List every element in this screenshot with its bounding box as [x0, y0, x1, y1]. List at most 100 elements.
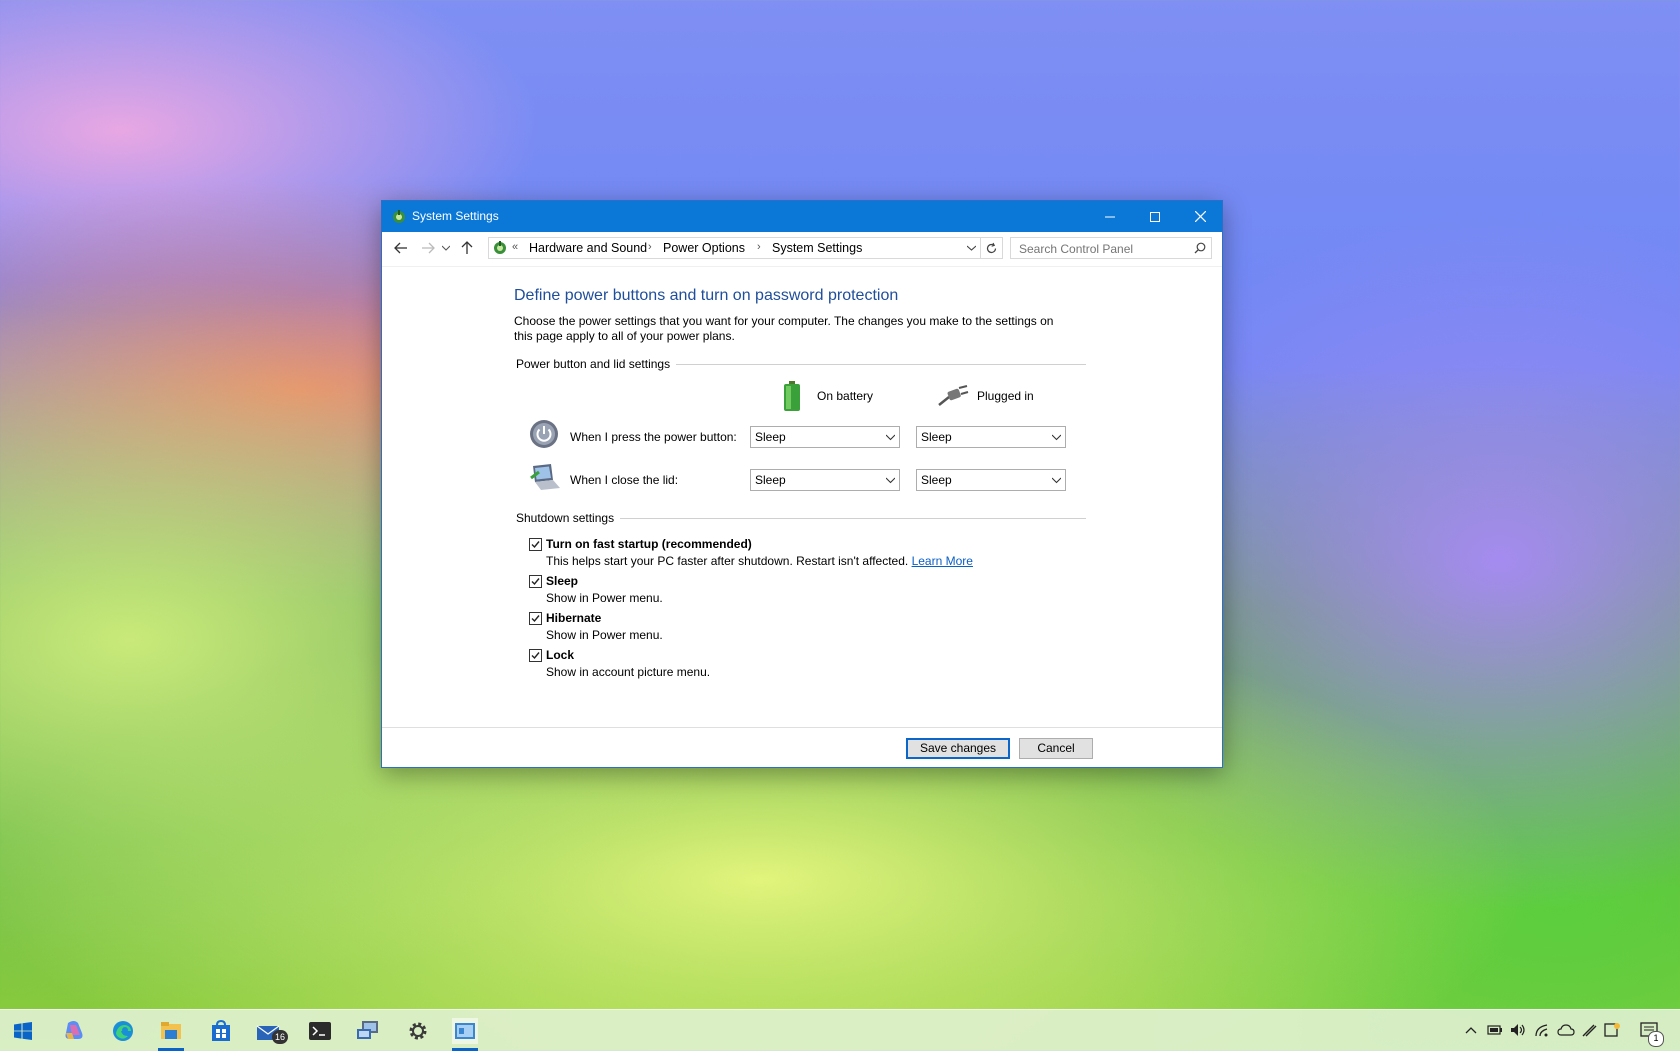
- copilot-button[interactable]: [61, 1018, 87, 1044]
- store-button[interactable]: [208, 1018, 234, 1044]
- mail-badge: 16: [272, 1030, 288, 1044]
- control-panel-icon: [492, 240, 508, 256]
- pen-icon[interactable]: [1581, 1022, 1597, 1038]
- fast-startup-description-text: This helps start your PC faster after sh…: [546, 554, 908, 568]
- onedrive-icon[interactable]: [1557, 1024, 1575, 1036]
- system-settings-window: System Settings « Hardware and So: [381, 200, 1223, 768]
- close-button[interactable]: [1177, 201, 1223, 232]
- edge-button[interactable]: [110, 1018, 136, 1044]
- control-panel-icon: [454, 1022, 476, 1040]
- breadcrumb-hardware-and-sound[interactable]: Hardware and Sound: [529, 241, 647, 255]
- file-explorer-icon: [160, 1021, 182, 1041]
- close-lid-plugged-in-select[interactable]: Sleep: [916, 469, 1066, 491]
- terminal-button[interactable]: [307, 1018, 333, 1044]
- lock-description: Show in account picture menu.: [546, 665, 710, 679]
- power-options-icon: [391, 209, 407, 225]
- power-section-label: Power button and lid settings: [516, 357, 676, 371]
- address-bar[interactable]: « Hardware and Sound › Power Options › S…: [488, 237, 1003, 259]
- terminal-icon: [308, 1021, 332, 1041]
- page-title: Define power buttons and turn on passwor…: [514, 287, 898, 305]
- search-icon[interactable]: [1194, 242, 1206, 254]
- defender-icon[interactable]: [1604, 1022, 1621, 1038]
- network-icon[interactable]: [1534, 1023, 1550, 1037]
- cancel-button[interactable]: Cancel: [1019, 738, 1093, 759]
- sleep-checkbox[interactable]: [529, 575, 542, 588]
- save-changes-button[interactable]: Save changes: [906, 738, 1010, 759]
- close-lid-row-label: When I close the lid:: [570, 473, 678, 487]
- sleep-description: Show in Power menu.: [546, 591, 663, 605]
- power-button-on-battery-select[interactable]: Sleep: [750, 426, 900, 448]
- file-explorer-button[interactable]: [158, 1018, 184, 1044]
- shutdown-section-label: Shutdown settings: [516, 511, 620, 525]
- search-box[interactable]: [1010, 237, 1212, 259]
- lock-checkbox[interactable]: [529, 649, 542, 662]
- minimize-button[interactable]: [1087, 201, 1133, 232]
- remote-desktop-button[interactable]: [356, 1018, 382, 1044]
- fast-startup-label[interactable]: Turn on fast startup (recommended): [546, 537, 752, 551]
- battery-status-icon[interactable]: [1487, 1024, 1503, 1036]
- address-dropdown-icon[interactable]: [967, 245, 976, 251]
- chevron-down-icon: [1052, 433, 1061, 442]
- store-icon: [210, 1020, 232, 1042]
- sleep-label[interactable]: Sleep: [546, 574, 578, 588]
- close-icon: [1195, 211, 1206, 222]
- breadcrumb-system-settings[interactable]: System Settings: [772, 241, 862, 255]
- chevron-down-icon: [886, 433, 895, 442]
- checkmark-icon: [531, 540, 540, 549]
- mail-button[interactable]: 16: [256, 1018, 282, 1044]
- control-panel-button[interactable]: [452, 1018, 478, 1044]
- edge-icon: [112, 1020, 134, 1042]
- laptop-lid-icon: [529, 462, 561, 492]
- search-input[interactable]: [1017, 240, 1191, 258]
- select-value: Sleep: [921, 430, 952, 444]
- chevron-down-icon: [886, 476, 895, 485]
- navigation-bar: « Hardware and Sound › Power Options › S…: [382, 232, 1222, 267]
- up-button[interactable]: [457, 238, 477, 258]
- checkmark-icon: [531, 614, 540, 623]
- taskbar: 16 1: [0, 1009, 1680, 1051]
- breadcrumb-power-options[interactable]: Power Options: [663, 241, 745, 255]
- column-plugged-in: Plugged in: [977, 389, 1034, 403]
- chevron-down-icon: [442, 245, 450, 251]
- minimize-icon: [1105, 212, 1115, 222]
- power-button-row-label: When I press the power button:: [570, 430, 737, 444]
- fast-startup-description: This helps start your PC faster after sh…: [546, 554, 973, 568]
- remote-desktop-icon: [356, 1019, 382, 1043]
- checkmark-icon: [531, 577, 540, 586]
- arrow-up-icon: [461, 241, 473, 255]
- back-button[interactable]: [391, 238, 411, 258]
- address-divider: [980, 238, 981, 258]
- power-button-plugged-in-select[interactable]: Sleep: [916, 426, 1066, 448]
- settings-icon: [407, 1020, 429, 1042]
- chevron-up-icon[interactable]: [1465, 1026, 1477, 1034]
- page-description: Choose the power settings that you want …: [514, 314, 1074, 344]
- recent-locations-button[interactable]: [440, 238, 452, 258]
- title-bar[interactable]: System Settings: [382, 201, 1222, 232]
- column-on-battery: On battery: [817, 389, 873, 403]
- breadcrumb-separator: ›: [648, 241, 652, 253]
- copilot-icon: [62, 1019, 86, 1043]
- start-button[interactable]: [10, 1018, 36, 1044]
- hibernate-checkbox[interactable]: [529, 612, 542, 625]
- plug-icon: [937, 385, 969, 407]
- close-lid-on-battery-select[interactable]: Sleep: [750, 469, 900, 491]
- select-value: Sleep: [921, 473, 952, 487]
- hibernate-label[interactable]: Hibernate: [546, 611, 601, 625]
- maximize-icon: [1150, 212, 1160, 222]
- select-value: Sleep: [755, 430, 786, 444]
- battery-icon: [782, 381, 802, 411]
- volume-icon[interactable]: [1510, 1023, 1526, 1037]
- breadcrumb-overflow[interactable]: «: [512, 241, 518, 253]
- settings-button[interactable]: [405, 1018, 431, 1044]
- forward-button[interactable]: [418, 238, 438, 258]
- maximize-button[interactable]: [1132, 201, 1178, 232]
- power-button-icon: [529, 419, 559, 449]
- refresh-icon[interactable]: [985, 242, 998, 255]
- notification-badge: 1: [1648, 1031, 1664, 1047]
- chevron-down-icon: [1052, 476, 1061, 485]
- select-value: Sleep: [755, 473, 786, 487]
- hibernate-description: Show in Power menu.: [546, 628, 663, 642]
- learn-more-link[interactable]: Learn More: [912, 554, 973, 568]
- lock-label[interactable]: Lock: [546, 648, 574, 662]
- fast-startup-checkbox[interactable]: [529, 538, 542, 551]
